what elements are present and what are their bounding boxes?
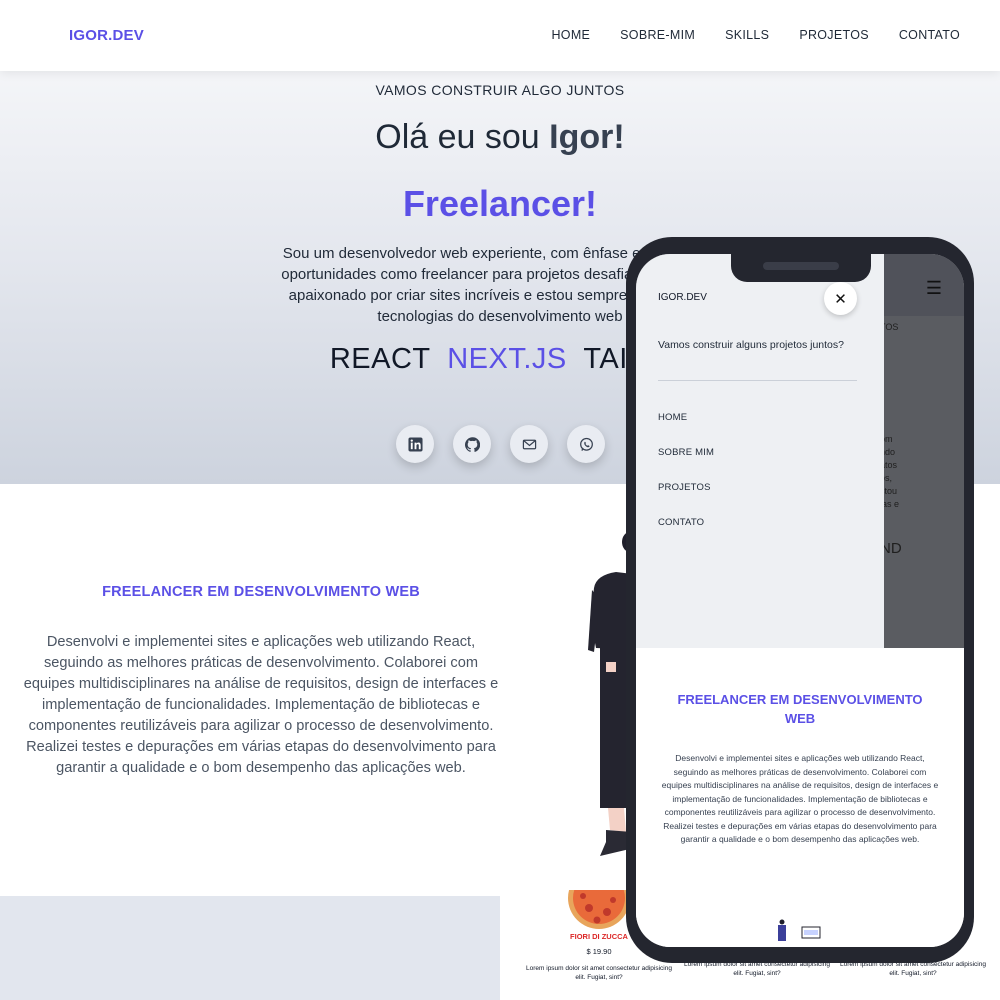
nav-link-projetos[interactable]: PROJETOS [799, 28, 869, 42]
nav-link-skills[interactable]: SKILLS [725, 28, 769, 42]
drawer-divider [658, 380, 857, 381]
about-title: FREELANCER EM DESENVOLVIMENTO WEB [102, 584, 420, 600]
whatsapp-button[interactable] [567, 425, 605, 463]
phone-notch [731, 254, 871, 282]
stack-nextjs: NEXT.JS [447, 343, 567, 375]
stack-react: REACT [329, 343, 431, 375]
phone-screen: ☰ TOS om ndo atos os, stou ias e ND IGOR… [636, 254, 964, 947]
projects-background [0, 896, 500, 1000]
mail-button[interactable] [510, 425, 548, 463]
github-button[interactable] [453, 425, 491, 463]
close-button[interactable]: ✕ [824, 282, 857, 315]
linkedin-button[interactable] [396, 425, 434, 463]
drawer-item-home[interactable]: HOME [658, 412, 687, 423]
phone-hero-overlay: ☰ TOS om ndo atos os, stou ias e ND IGOR… [636, 254, 964, 648]
nav-link-home[interactable]: HOME [551, 28, 590, 42]
drawer-item-sobre-mim[interactable]: SOBRE MIM [658, 447, 714, 458]
main-menu: HOME SOBRE-MIM SKILLS PROJETOS CONTATO [551, 28, 960, 42]
product-description: Lorem ipsum dolor sit amet consectetur a… [526, 965, 672, 981]
hamburger-menu-icon[interactable]: ☰ [926, 278, 942, 299]
drawer-logo[interactable]: IGOR.DEV [658, 292, 707, 303]
mini-illustration [778, 919, 821, 941]
hero-name: Igor! [549, 118, 625, 156]
mail-icon [522, 439, 536, 449]
hero-greeting: Olá eu sou Igor! [0, 118, 1000, 157]
linkedin-icon [407, 436, 423, 452]
site-logo[interactable]: IGOR.DEV [69, 27, 144, 44]
hero-kicker: VAMOS CONSTRUIR ALGO JUNTOS [375, 82, 625, 98]
phone-mockup: ☰ TOS om ndo atos os, stou ias e ND IGOR… [626, 237, 974, 963]
pizza-image [567, 890, 631, 930]
whatsapp-icon [579, 437, 593, 451]
phone-section-title: FREELANCER EM DESENVOLVIMENTO WEB [677, 692, 923, 726]
greeting-text: Olá eu sou [375, 118, 540, 156]
social-links [396, 425, 605, 463]
nav-link-contato[interactable]: CONTATO [899, 28, 960, 42]
phone-about-section: FREELANCER EM DESENVOLVIMENTO WEB Desenv… [636, 648, 964, 947]
mobile-drawer: IGOR.DEV ✕ Vamos construir alguns projet… [636, 254, 884, 648]
top-navbar: IGOR.DEV HOME SOBRE-MIM SKILLS PROJETOS … [0, 0, 1000, 71]
hero-role: Freelancer! [402, 183, 598, 224]
pizza-illustration [568, 890, 630, 929]
drawer-tagline: Vamos construir alguns projetos juntos? [658, 339, 844, 351]
close-icon: ✕ [834, 290, 847, 308]
about-text: Desenvolvi e implementei sites e aplicaç… [23, 634, 499, 776]
nav-link-sobre-mim[interactable]: SOBRE-MIM [620, 28, 695, 42]
phone-section-text: Desenvolvi e implementei sites e aplicaç… [661, 753, 939, 844]
drawer-item-contato[interactable]: CONTATO [658, 517, 704, 528]
drawer-item-projetos[interactable]: PROJETOS [658, 482, 711, 493]
github-icon [464, 436, 480, 452]
